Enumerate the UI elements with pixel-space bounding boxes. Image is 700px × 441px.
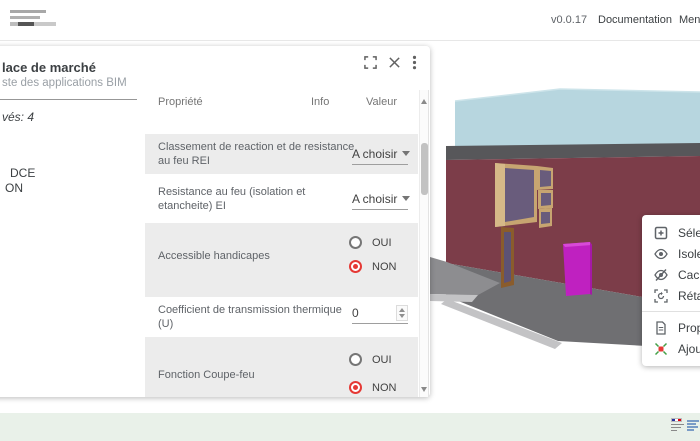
stepper-up-icon (399, 308, 405, 312)
menu-item-properties[interactable]: Proprié (642, 317, 700, 338)
menu-item-label: Cacher (678, 268, 700, 282)
top-bar: v0.0.17 Documentation Menti (0, 0, 700, 41)
property-row: Fonction Coupe-feu OUI NON (145, 337, 418, 397)
radio-option-oui[interactable]: OUI (349, 353, 392, 366)
property-label: Accessible handicapes (158, 249, 358, 263)
window-large-glass (505, 168, 534, 222)
nav-mentions[interactable]: Menti (679, 14, 700, 26)
chevron-down-icon (402, 151, 410, 156)
value-select[interactable]: A choisir (352, 192, 408, 210)
number-value: 0 (352, 306, 359, 320)
terrace-edge (430, 294, 478, 302)
logo-line (687, 426, 698, 428)
chevron-down-icon (402, 196, 410, 201)
menu-item-label: Isoler (678, 247, 700, 261)
app-list-item[interactable]: ON (5, 181, 23, 195)
logo-line (687, 429, 694, 431)
scrollbar-track[interactable] (419, 90, 429, 397)
close-icon[interactable] (388, 56, 401, 69)
app-version: v0.0.17 (551, 14, 587, 26)
restore-view-icon (654, 289, 668, 303)
partner-logo (687, 419, 699, 432)
target-icon (654, 342, 668, 356)
radio-icon (349, 353, 362, 366)
results-count: vés: 4 (2, 110, 34, 124)
scrollbar-down-icon[interactable] (421, 387, 427, 392)
building-roof (455, 89, 700, 147)
menu-item-add-point[interactable]: Ajout P (642, 338, 700, 359)
property-label: Resistance au feu (isolation et etanchei… (158, 185, 358, 213)
property-row: Resistance au feu (isolation et etanchei… (145, 174, 418, 223)
dialog-subtitle: ste des applications BIM (2, 77, 127, 89)
door-magenta (563, 242, 590, 296)
context-menu: Sélecti Isoler Cacher Rétabli Proprié (642, 215, 700, 366)
dialog-title: lace de marché (2, 60, 96, 75)
menu-item-select[interactable]: Sélecti (642, 222, 700, 243)
property-row: Coefficient de transmission thermique (U… (145, 297, 418, 337)
divider (0, 99, 137, 100)
radio-label: OUI (372, 354, 392, 366)
logo-line (671, 430, 677, 432)
eye-icon (654, 247, 668, 261)
window-small-glass (541, 212, 550, 224)
col-header-value: Valeur (366, 96, 397, 108)
footer-band (0, 413, 700, 441)
nav-documentation[interactable]: Documentation (598, 14, 672, 26)
app-list-item[interactable]: DCE (10, 166, 35, 180)
door-main-glass (504, 232, 511, 283)
logo-line (10, 22, 56, 26)
logo-line (10, 10, 46, 13)
menu-item-label: Proprié (678, 321, 700, 335)
logo-line (687, 423, 696, 425)
stepper-down-icon (399, 314, 405, 318)
scrollbar-thumb[interactable] (421, 143, 428, 195)
radio-option-non[interactable]: NON (349, 381, 396, 394)
property-row: Classement de reaction et de resistance … (145, 134, 418, 174)
add-selection-icon (654, 226, 668, 240)
menu-item-label: Sélecti (678, 226, 700, 240)
window-small-glass (540, 170, 551, 187)
select-value: A choisir (352, 147, 397, 161)
french-government-logo (671, 418, 685, 432)
select-value: A choisir (352, 192, 397, 206)
radio-option-non[interactable]: NON (349, 260, 396, 273)
property-label: Fonction Coupe-feu (158, 368, 358, 382)
property-row: Accessible handicapes OUI NON (145, 223, 418, 297)
radio-option-oui[interactable]: OUI (349, 236, 392, 249)
menu-item-isolate[interactable]: Isoler (642, 243, 700, 264)
document-icon (654, 321, 668, 335)
door-magenta-side (590, 242, 592, 295)
eye-off-icon (654, 268, 668, 282)
radio-label: OUI (372, 237, 392, 249)
radio-selected-icon (349, 260, 362, 273)
property-label: Coefficient de transmission thermique (U… (158, 303, 358, 331)
logo-line (687, 420, 699, 422)
radio-icon (349, 236, 362, 249)
logo-line (671, 424, 684, 426)
scrollbar-up-icon[interactable] (421, 99, 427, 104)
col-header-info: Info (311, 96, 329, 108)
fullscreen-icon[interactable] (364, 56, 377, 69)
kebab-menu-icon[interactable] (412, 55, 417, 70)
logo-line (10, 16, 40, 19)
menu-item-label: Ajout P (678, 342, 700, 356)
app-logo[interactable] (10, 10, 80, 32)
menu-item-restore[interactable]: Rétabli (642, 285, 700, 306)
window-small-glass (541, 193, 551, 206)
window-large-jamb (495, 163, 505, 227)
col-header-property: Propriété (158, 96, 203, 108)
value-select[interactable]: A choisir (352, 147, 408, 165)
menu-divider (642, 311, 700, 312)
logo-line (671, 427, 681, 429)
app-root: { "header": { "version": "v0.0.17", "nav… (0, 0, 700, 441)
number-stepper[interactable] (396, 305, 408, 321)
property-label: Classement de reaction et de resistance … (158, 140, 358, 168)
french-flag-icon (671, 418, 682, 422)
menu-item-label: Rétabli (678, 289, 700, 303)
radio-label: NON (372, 382, 396, 394)
menu-item-hide[interactable]: Cacher (642, 264, 700, 285)
radio-label: NON (372, 261, 396, 273)
number-input[interactable]: 0 (352, 304, 408, 324)
radio-selected-icon (349, 381, 362, 394)
